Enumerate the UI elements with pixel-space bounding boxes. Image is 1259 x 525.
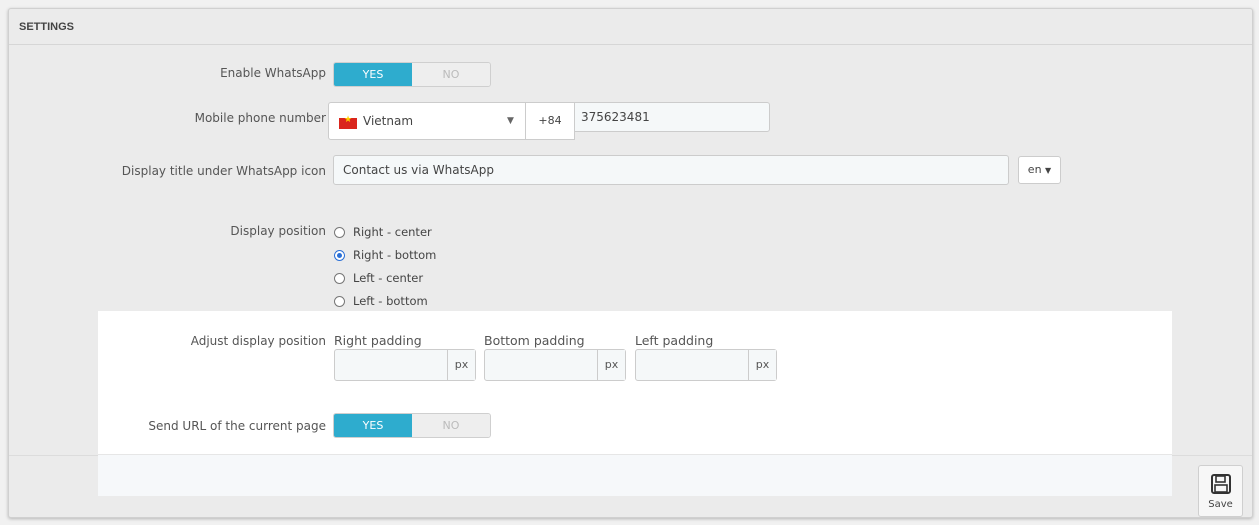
- bottom-padding-label: Bottom padding: [484, 333, 585, 348]
- left-padding-label: Left padding: [635, 333, 714, 348]
- display-position-label: Display position: [230, 224, 326, 238]
- radio-label: Right - center: [353, 225, 432, 239]
- radio-right-center[interactable]: Right - center: [334, 225, 432, 239]
- px-unit: px: [447, 350, 475, 380]
- adjust-position-label: Adjust display position: [190, 334, 326, 348]
- save-label: Save: [1208, 499, 1233, 510]
- vietnam-flag-icon: [339, 115, 357, 129]
- send-url-no[interactable]: NO: [412, 414, 490, 437]
- send-url-toggle[interactable]: YES NO: [333, 413, 491, 438]
- px-unit: px: [748, 350, 776, 380]
- caret-down-icon: ▼: [1045, 166, 1052, 175]
- display-title-label: Display title under WhatsApp icon: [121, 164, 326, 178]
- enable-whatsapp-no[interactable]: NO: [412, 63, 490, 86]
- radio-icon[interactable]: [334, 272, 345, 284]
- phone-number-input[interactable]: 375623481: [574, 102, 770, 132]
- display-title-input[interactable]: Contact us via WhatsApp: [333, 155, 1009, 185]
- country-select[interactable]: Vietnam ▼: [328, 102, 526, 140]
- radio-right-bottom[interactable]: Right - bottom: [334, 248, 436, 262]
- right-padding-label: Right padding: [334, 333, 422, 348]
- language-dropdown[interactable]: en ▼: [1018, 156, 1061, 184]
- radio-label: Left - center: [353, 271, 424, 285]
- save-button[interactable]: Save: [1198, 465, 1243, 517]
- send-url-yes[interactable]: YES: [334, 414, 412, 437]
- enable-whatsapp-label: Enable WhatsApp: [220, 66, 326, 80]
- radio-checked-icon[interactable]: [334, 249, 345, 261]
- left-padding-input[interactable]: px: [635, 349, 777, 381]
- chevron-down-icon: ▼: [507, 116, 514, 126]
- radio-label: Left - bottom: [353, 294, 428, 308]
- enable-whatsapp-yes[interactable]: YES: [334, 63, 412, 86]
- send-url-label: Send URL of the current page: [148, 419, 326, 433]
- panel-title: SETTINGS: [9, 9, 1252, 45]
- language-code: en: [1027, 163, 1042, 176]
- phone-label: Mobile phone number: [194, 111, 326, 125]
- radio-left-center[interactable]: Left - center: [334, 271, 423, 285]
- country-name: Vietnam: [363, 114, 414, 128]
- right-padding-input[interactable]: px: [334, 349, 476, 381]
- radio-icon[interactable]: [334, 295, 345, 307]
- dial-code: +84: [525, 102, 575, 140]
- radio-icon[interactable]: [334, 226, 345, 238]
- radio-left-bottom[interactable]: Left - bottom: [334, 294, 428, 308]
- enable-whatsapp-toggle[interactable]: YES NO: [333, 62, 491, 87]
- px-unit: px: [597, 350, 625, 380]
- radio-label: Right - bottom: [353, 248, 437, 262]
- highlight-lower-band: [98, 454, 1172, 496]
- bottom-padding-input[interactable]: px: [484, 349, 626, 381]
- floppy-disk-icon: [1210, 474, 1231, 494]
